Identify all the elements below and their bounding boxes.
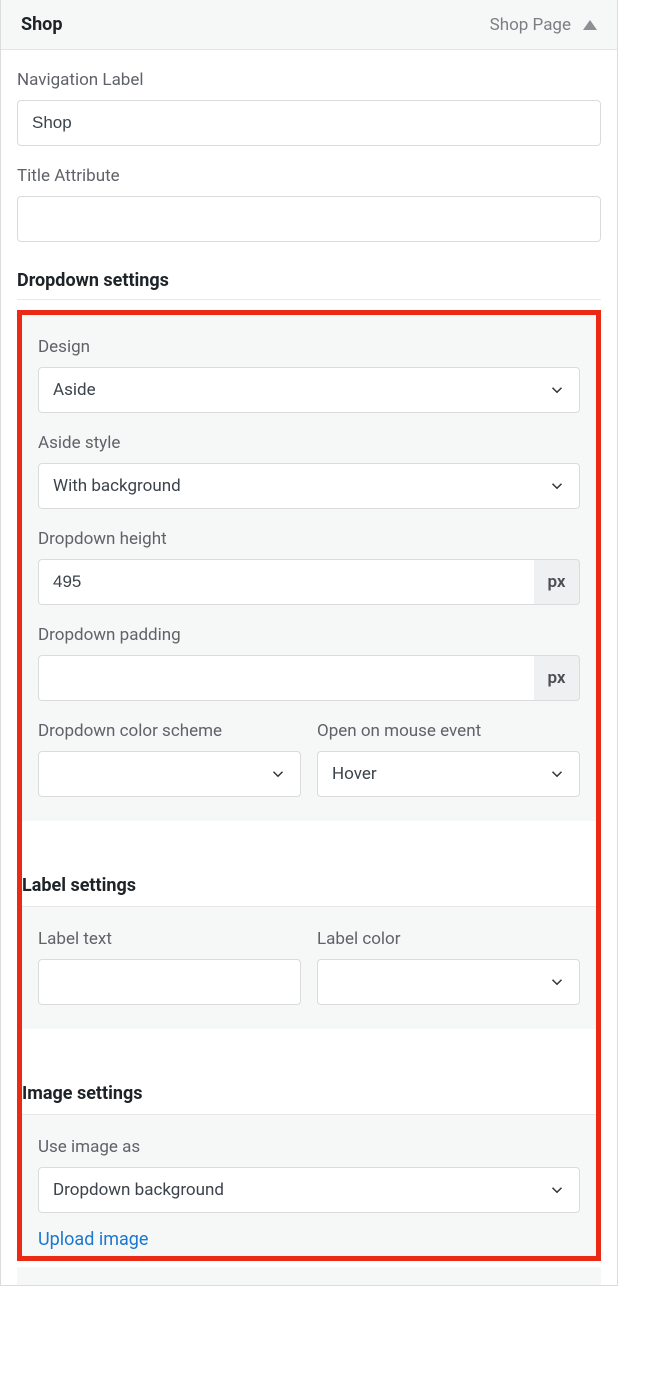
dropdown-padding-label: Dropdown padding — [38, 625, 580, 645]
use-image-select-value: Dropdown background — [53, 1180, 224, 1200]
label-settings-section: Label text Label color — [22, 907, 596, 1029]
use-image-field: Use image as Dropdown background — [38, 1137, 580, 1213]
label-text-input[interactable] — [38, 959, 301, 1005]
collapse-up-icon[interactable] — [583, 20, 597, 30]
navigation-label-input[interactable] — [17, 100, 601, 146]
aside-style-select[interactable]: With background — [38, 463, 580, 509]
aside-style-field: Aside style With background — [38, 433, 580, 509]
panel-title: Shop — [21, 14, 62, 35]
panel-body: Navigation Label Title Attribute Dropdow… — [1, 50, 617, 1285]
panel-meta: Shop Page — [490, 15, 597, 35]
dropdown-padding-field: Dropdown padding px — [38, 625, 580, 701]
mouse-event-select-value: Hover — [332, 764, 377, 784]
section-gap — [22, 821, 596, 865]
navigation-label-field: Navigation Label — [17, 70, 601, 146]
item-type-label: Shop Page — [490, 15, 571, 35]
menu-item-panel: Shop Shop Page Navigation Label Title At… — [0, 0, 618, 1286]
dropdown-height-label: Dropdown height — [38, 529, 580, 549]
dropdown-padding-input[interactable] — [38, 655, 534, 701]
color-scheme-select[interactable] — [38, 751, 301, 797]
aside-style-select-value: With background — [53, 476, 181, 496]
navigation-label-label: Navigation Label — [17, 70, 601, 90]
image-settings-heading: Image settings — [22, 1073, 596, 1115]
padding-unit-label: px — [534, 655, 580, 701]
label-color-field: Label color — [317, 929, 580, 1005]
image-settings-block: Image settings Use image as Dropdown bac… — [22, 1073, 596, 1256]
mouse-event-label: Open on mouse event — [317, 721, 580, 741]
label-text-field: Label text — [38, 929, 301, 1005]
height-unit-label: px — [534, 559, 580, 605]
title-attribute-input[interactable] — [17, 196, 601, 242]
use-image-label: Use image as — [38, 1137, 580, 1157]
dropdown-settings-section: Design Aside Aside style With — [22, 315, 596, 821]
color-scheme-label: Dropdown color scheme — [38, 721, 301, 741]
panel-header[interactable]: Shop Shop Page — [1, 0, 617, 50]
image-settings-section: Use image as Dropdown background Upload … — [22, 1115, 596, 1256]
dropdown-settings-heading: Dropdown settings — [17, 262, 601, 300]
section-gap — [22, 1029, 596, 1073]
title-attribute-field: Title Attribute — [17, 166, 601, 242]
design-select-value: Aside — [53, 380, 96, 400]
design-select[interactable]: Aside — [38, 367, 580, 413]
highlighted-settings-box: Design Aside Aside style With — [17, 310, 601, 1261]
label-text-label: Label text — [38, 929, 301, 949]
dropdown-height-field: Dropdown height px — [38, 529, 580, 605]
upload-image-link[interactable]: Upload image — [38, 1229, 148, 1250]
mouse-event-select[interactable]: Hover — [317, 751, 580, 797]
aside-style-label: Aside style — [38, 433, 580, 453]
mouse-event-field: Open on mouse event Hover — [317, 721, 580, 797]
label-settings-heading: Label settings — [22, 865, 596, 907]
title-attribute-label: Title Attribute — [17, 166, 601, 186]
label-color-select[interactable] — [317, 959, 580, 1005]
trailing-gray-strip — [17, 1267, 601, 1285]
design-field: Design Aside — [38, 337, 580, 413]
dropdown-height-input[interactable] — [38, 559, 534, 605]
dropdown-row: Dropdown color scheme Open on mouse even… — [38, 721, 580, 797]
design-label: Design — [38, 337, 580, 357]
color-scheme-field: Dropdown color scheme — [38, 721, 301, 797]
use-image-select[interactable]: Dropdown background — [38, 1167, 580, 1213]
label-color-label: Label color — [317, 929, 580, 949]
label-settings-block: Label settings Label text Label color — [22, 865, 596, 1029]
